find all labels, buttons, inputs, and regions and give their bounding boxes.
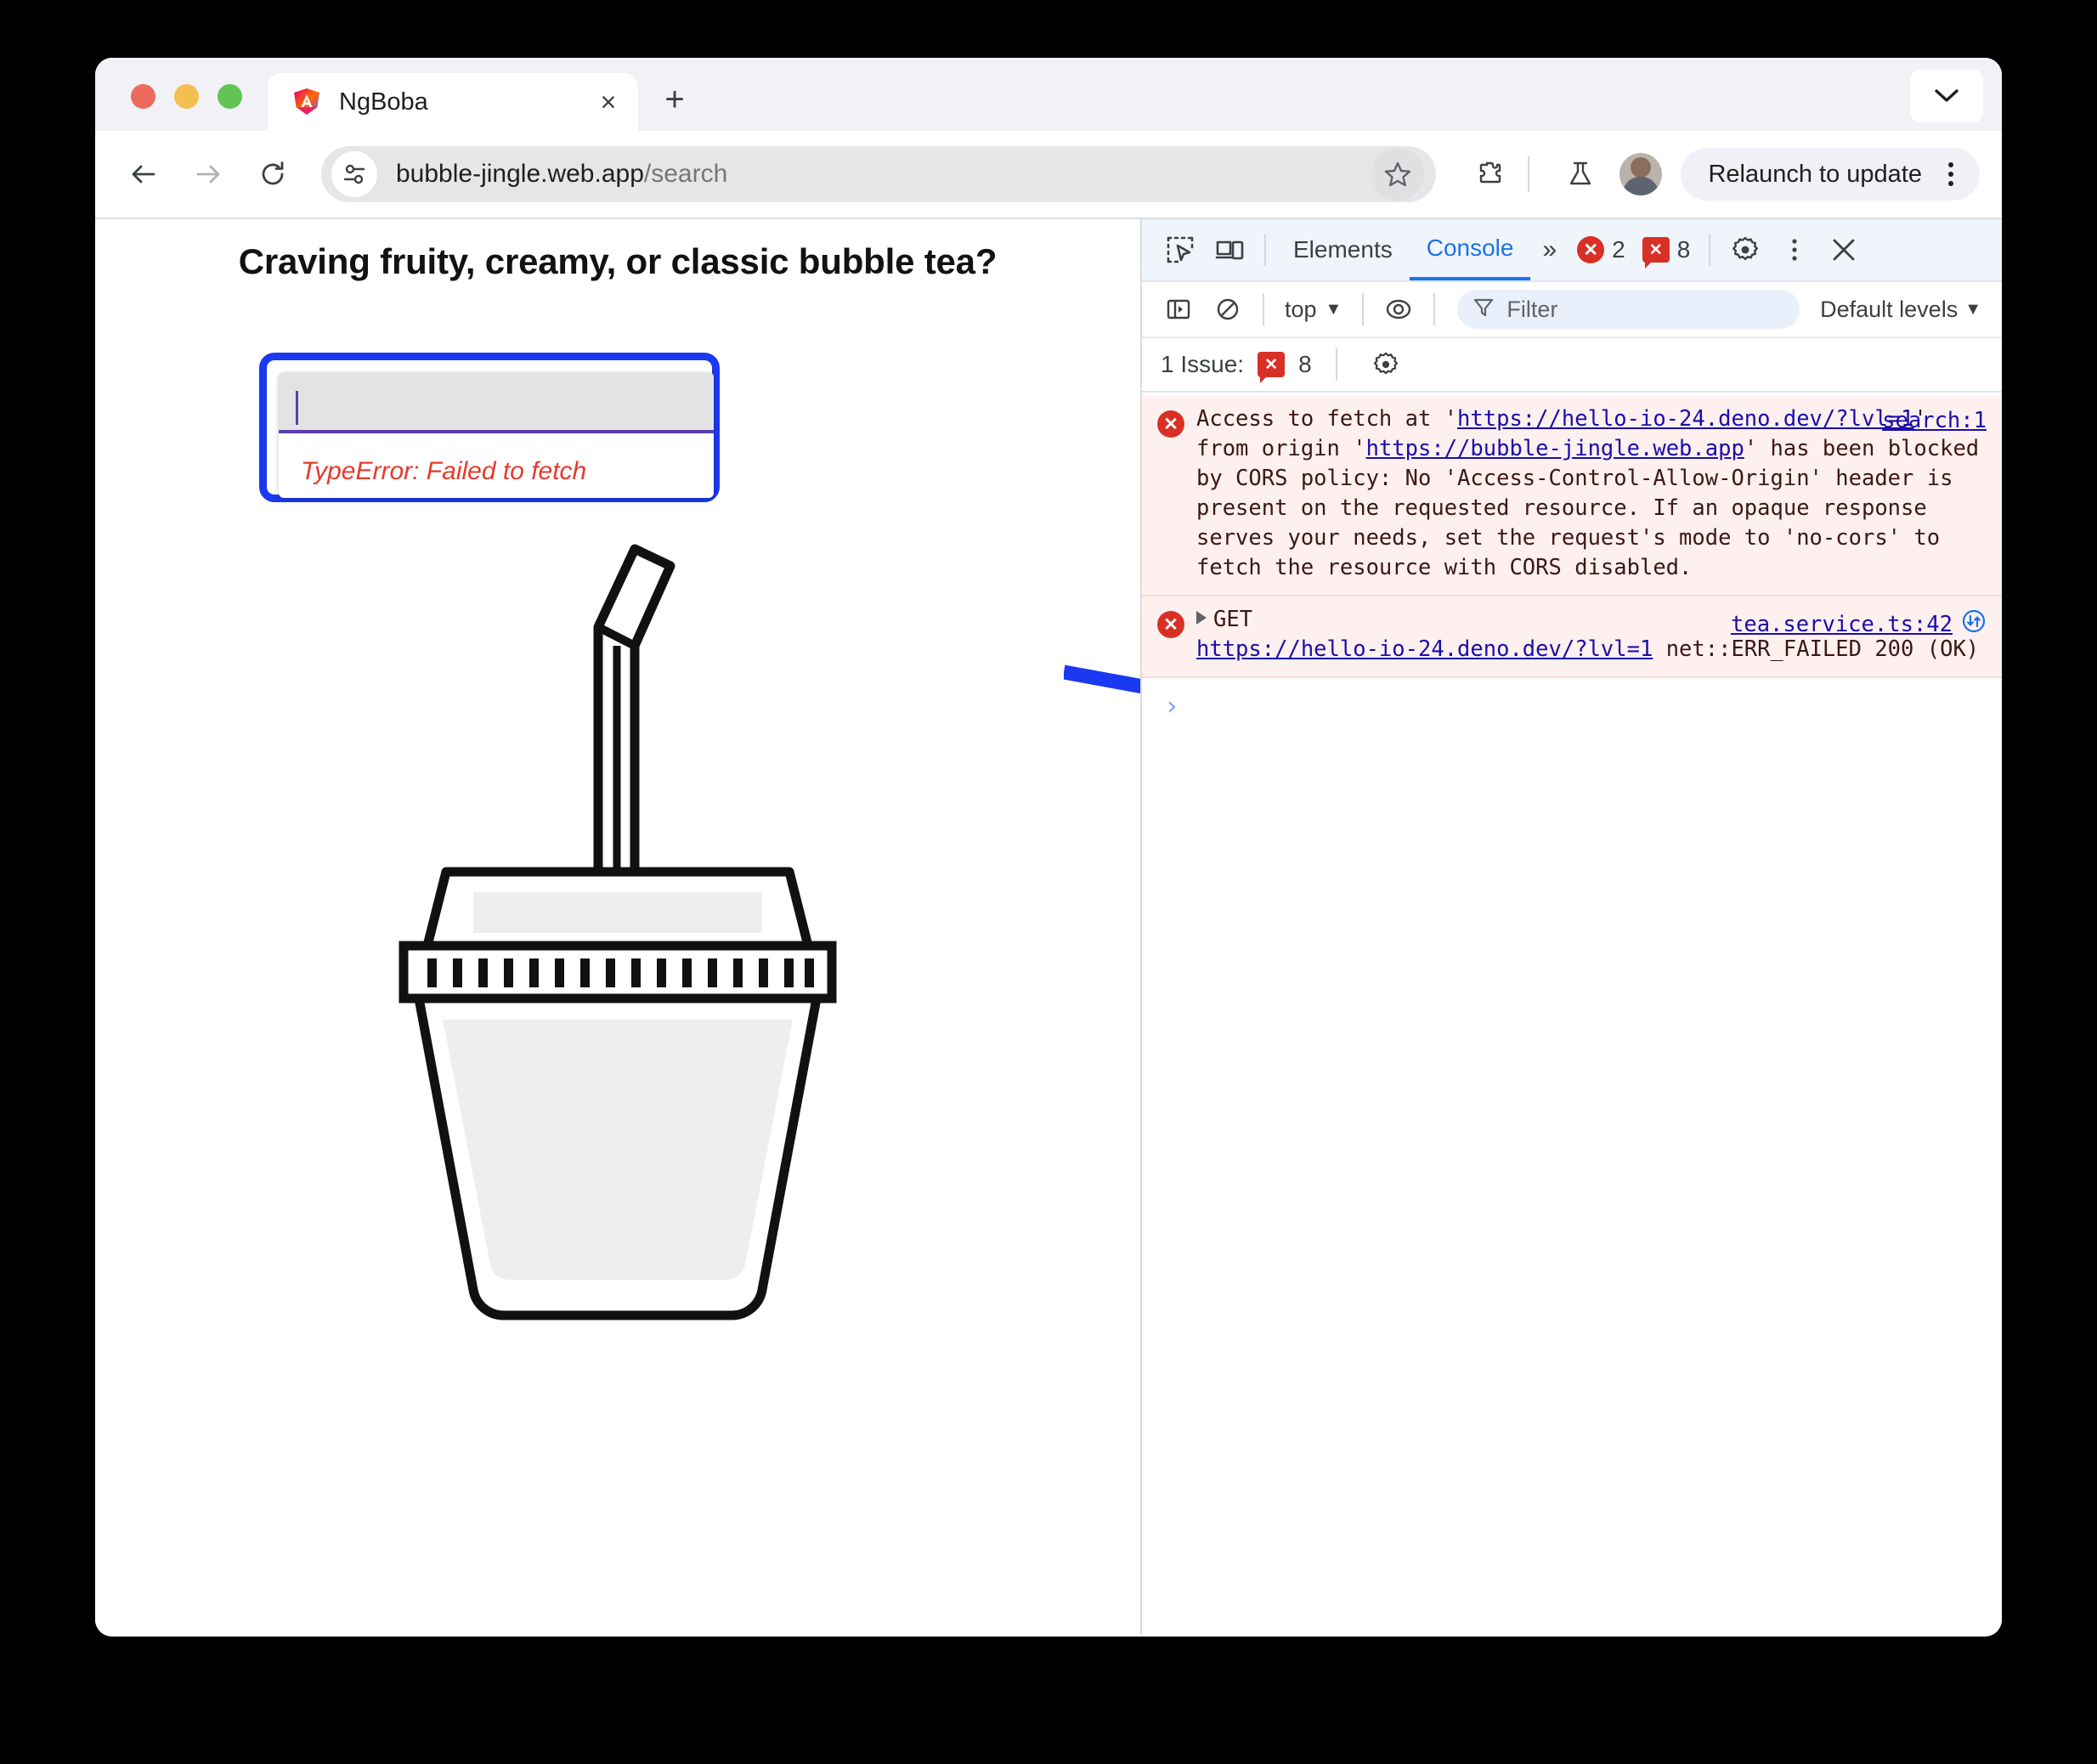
- three-dot-menu-icon[interactable]: [1930, 154, 1971, 195]
- browser-toolbar: bubble-jingle.web.app/search Relaunch to…: [95, 131, 2002, 219]
- msg-link-origin-url[interactable]: https://bubble-jingle.web.app: [1366, 436, 1744, 461]
- inspect-element-icon[interactable]: [1156, 227, 1205, 273]
- clear-console-icon[interactable]: [1203, 286, 1252, 332]
- issue-bar-label: 1 Issue:: [1161, 351, 1245, 377]
- text-caret: [296, 391, 298, 425]
- flask-icon[interactable]: [1555, 149, 1606, 200]
- browser-tab-ngboba[interactable]: NgBoba ×: [268, 73, 638, 131]
- toolbar-divider: [1528, 156, 1530, 192]
- chevron-down-icon[interactable]: [1910, 70, 1983, 122]
- more-tabs-icon[interactable]: »: [1530, 235, 1569, 264]
- search-input[interactable]: [279, 372, 714, 433]
- reload-button[interactable]: [246, 148, 299, 201]
- issue-icon: ✕: [1642, 237, 1670, 269]
- window-traffic-lights: [95, 84, 242, 131]
- star-icon[interactable]: [1371, 148, 1425, 201]
- page-viewport: Craving fruity, creamy, or classic bubbl…: [95, 219, 1142, 1635]
- console-message-get-failed[interactable]: ✕ GET https://hello-io-24.deno.dev/?lvl=…: [1142, 596, 2002, 678]
- maximize-window-button[interactable]: [218, 84, 242, 109]
- issue-icon: ✕: [1258, 352, 1286, 383]
- devtools-panel: Elements Console » ✕ 2 ✕ 8 top ▼ Filter …: [1142, 219, 2002, 1635]
- console-output[interactable]: ✕ Access to fetch at 'https://hello-io-2…: [1142, 393, 2002, 1635]
- console-filter-bar: top ▼ Filter Default levels ▼: [1142, 282, 2002, 338]
- chevron-down-icon: ▼: [1325, 299, 1342, 319]
- device-toolbar-icon[interactable]: [1205, 227, 1254, 273]
- close-icon[interactable]: ×: [587, 81, 630, 123]
- angular-logo-icon: [291, 87, 322, 117]
- bubble-tea-cup-illustration: [354, 500, 881, 1354]
- console-message-source-link[interactable]: search:1: [1882, 408, 1987, 433]
- error-icon: ✕: [1577, 236, 1605, 263]
- devtools-divider: [1264, 234, 1266, 266]
- log-levels-label: Default levels: [1820, 296, 1959, 322]
- relaunch-label: Relaunch to update: [1708, 160, 1922, 188]
- error-count: 2: [1612, 236, 1625, 263]
- devtools-divider: [1709, 234, 1711, 266]
- back-button[interactable]: [117, 148, 170, 201]
- console-context-selector[interactable]: top ▼: [1275, 297, 1352, 323]
- close-icon[interactable]: [1819, 227, 1868, 273]
- console-issue-bar: 1 Issue: ✕ 8: [1142, 338, 2002, 393]
- devtools-tabbar: Elements Console » ✕ 2 ✕ 8: [1142, 219, 2002, 282]
- issue-count: 8: [1676, 236, 1691, 263]
- url-host: bubble-jingle.web.app: [396, 160, 644, 188]
- close-window-button[interactable]: [131, 84, 155, 109]
- console-context-label: top: [1285, 296, 1317, 322]
- three-dot-menu-icon[interactable]: [1770, 227, 1819, 273]
- address-bar[interactable]: bubble-jingle.web.app/search: [321, 146, 1437, 202]
- chevron-down-icon: ▼: [1964, 299, 1981, 319]
- live-expression-icon[interactable]: [1374, 286, 1423, 332]
- browser-window: NgBoba × + bubble-jingle.web.app/search …: [95, 58, 2002, 1637]
- tab-elements[interactable]: Elements: [1276, 219, 1410, 280]
- forward-button[interactable]: [182, 148, 235, 201]
- gear-icon[interactable]: [1721, 227, 1770, 273]
- puzzle-icon[interactable]: [1465, 149, 1516, 200]
- console-sidebar-icon[interactable]: [1154, 286, 1203, 332]
- devtools-divider: [1263, 293, 1264, 325]
- tab-strip: NgBoba × +: [95, 58, 2002, 131]
- address-bar-url: bubble-jingle.web.app/search: [396, 160, 1365, 189]
- msg-link-fetch-url[interactable]: https://hello-io-24.deno.dev/?lvl=1: [1457, 406, 1913, 432]
- content-area: Craving fruity, creamy, or classic bubbl…: [95, 219, 2002, 1635]
- annotation-arrow-icon: [1064, 664, 1140, 694]
- filter-funnel-icon: [1472, 297, 1495, 323]
- error-count-badge[interactable]: ✕ 2: [1569, 236, 1634, 263]
- search-box-annotation-highlight: TypeError: Failed to fetch: [259, 353, 720, 502]
- page-title: Craving fruity, creamy, or classic bubbl…: [238, 241, 998, 281]
- avatar[interactable]: [1619, 153, 1663, 195]
- minimize-window-button[interactable]: [174, 84, 199, 109]
- error-icon: ✕: [1157, 410, 1184, 438]
- console-filter-placeholder: Filter: [1506, 296, 1558, 322]
- url-path: /search: [643, 160, 728, 188]
- console-filter-input[interactable]: Filter: [1457, 290, 1800, 329]
- issue-bar-count: 8: [1298, 351, 1312, 377]
- msg-link-request-url[interactable]: https://hello-io-24.deno.dev/?lvl=1: [1196, 636, 1653, 662]
- relaunch-to-update-button[interactable]: Relaunch to update: [1681, 148, 1980, 201]
- console-input-prompt[interactable]: ›: [1142, 678, 2002, 721]
- console-message-source-link[interactable]: tea.service.ts:42: [1731, 608, 1987, 640]
- network-request-icon[interactable]: [1961, 608, 1987, 640]
- tab-title: NgBoba: [339, 88, 428, 116]
- search-card[interactable]: TypeError: Failed to fetch: [279, 372, 714, 498]
- source-file-link[interactable]: tea.service.ts:42: [1731, 612, 1953, 637]
- search-error-message: TypeError: Failed to fetch: [301, 457, 587, 485]
- issue-count-badge[interactable]: ✕ 8: [1634, 236, 1699, 269]
- tab-console[interactable]: Console: [1409, 219, 1531, 280]
- devtools-divider: [1433, 293, 1436, 325]
- msg-seg-0: GET: [1213, 607, 1253, 632]
- site-info-icon[interactable]: [331, 151, 377, 197]
- devtools-divider: [1335, 348, 1337, 381]
- msg-seg-2: net::ERR_FAILED 200 (OK): [1653, 636, 1980, 662]
- msg-seg-0: Access to fetch at ': [1196, 406, 1458, 432]
- error-icon: ✕: [1157, 611, 1184, 638]
- expand-triangle-icon[interactable]: [1196, 611, 1207, 625]
- devtools-divider: [1362, 293, 1365, 325]
- console-message-text: Access to fetch at 'https://hello-io-24.…: [1196, 404, 1988, 583]
- new-tab-button[interactable]: +: [650, 75, 699, 124]
- gear-icon[interactable]: [1361, 342, 1410, 387]
- console-log-levels-selector[interactable]: Default levels ▼: [1812, 297, 1990, 323]
- console-message-cors-error[interactable]: ✕ Access to fetch at 'https://hello-io-2…: [1142, 396, 2002, 596]
